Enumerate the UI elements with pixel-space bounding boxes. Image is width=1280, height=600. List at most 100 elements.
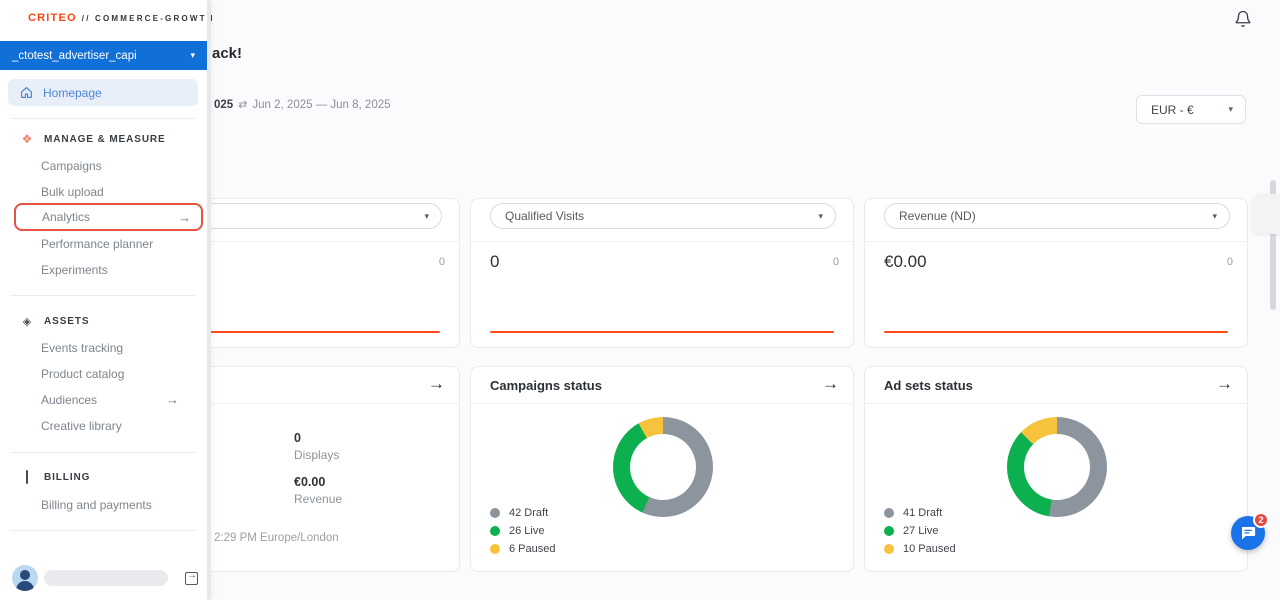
donut-hole: [1024, 434, 1090, 500]
sidebar-item-bulk-upload[interactable]: Bulk upload: [41, 185, 104, 199]
divider: [10, 452, 196, 453]
section-assets: ◈ ASSETS: [20, 315, 89, 328]
avatar-head-shape: [20, 570, 30, 580]
chevron-down-icon: ▾: [1212, 211, 1217, 222]
card-title: Campaigns status: [490, 378, 602, 393]
legend-label: 26 Live: [509, 525, 544, 537]
legend-dot-paused: [490, 544, 500, 554]
chevron-down-icon: ▾: [818, 211, 823, 222]
user-name-redacted-pill: [44, 570, 168, 586]
metric-axis-2: 0: [833, 256, 839, 268]
divider: [10, 118, 196, 119]
divider: [471, 403, 853, 404]
section-label: ASSETS: [44, 316, 89, 327]
legend-label: 6 Paused: [509, 543, 555, 555]
divider: [10, 530, 196, 531]
edge-floating-tab[interactable]: [1252, 194, 1280, 234]
sidebar-item-performance-planner[interactable]: Performance planner: [41, 237, 153, 251]
trend-line-2: [490, 331, 834, 333]
stat-label: Displays: [294, 448, 339, 462]
chat-button[interactable]: 2: [1231, 516, 1265, 550]
chat-unread-badge: 2: [1253, 512, 1269, 528]
adsets-status-card: Ad sets status → 41 Draft 27 Live 10 Pau…: [864, 366, 1248, 572]
logo-commerce-growth-text: // COMMERCE-GROWTH: [82, 14, 215, 23]
home-icon: [20, 86, 33, 99]
legend-label: 10 Paused: [903, 543, 956, 555]
notifications-bell-icon[interactable]: [1234, 10, 1252, 28]
section-manage-measure: ❖ MANAGE & MEASURE: [20, 132, 166, 146]
sidebar-item-label: Analytics: [42, 210, 90, 224]
sidebar-item-label: Homepage: [43, 86, 102, 100]
trend-line-3: [884, 331, 1228, 333]
sidebar-item-events-tracking[interactable]: Events tracking: [41, 341, 123, 355]
chevron-down-icon: ▾: [424, 211, 429, 222]
metric-select-3[interactable]: Revenue (ND) ▾: [884, 203, 1230, 229]
metric-select-2[interactable]: Qualified Visits ▾: [490, 203, 836, 229]
legend-dot-draft: [884, 508, 894, 518]
welcome-heading-fragment: ack!: [212, 45, 242, 62]
summary-stat-revenue: €0.00 Revenue: [294, 475, 342, 506]
adsets-legend: 41 Draft 27 Live 10 Paused: [884, 507, 956, 561]
metric-value-2: 0: [490, 252, 499, 272]
date-range-comparison: Jun 2, 2025 — Jun 8, 2025: [252, 99, 390, 111]
user-avatar[interactable]: [12, 565, 38, 591]
sidebar-item-product-catalog[interactable]: Product catalog: [41, 367, 124, 381]
sidebar-item-analytics-highlighted[interactable]: Analytics →: [14, 203, 203, 231]
currency-value: EUR - €: [1151, 103, 1194, 117]
sidebar-item-billing-and-payments[interactable]: Billing and payments: [41, 498, 152, 512]
legend-label: 41 Draft: [903, 507, 942, 519]
advertiser-name: _ctotest_advertiser_capi: [12, 50, 137, 62]
sidebar-item-homepage[interactable]: Homepage: [8, 79, 198, 106]
divider: [471, 241, 853, 242]
arrow-right-icon[interactable]: →: [428, 374, 445, 394]
legend-dot-live: [884, 526, 894, 536]
metric-select-2-value: Qualified Visits: [505, 209, 584, 223]
metric-value-3: €0.00: [884, 252, 927, 272]
criteo-logo: CRITEO // COMMERCE-GROWTH: [28, 12, 215, 24]
chevron-down-icon: ▾: [190, 50, 195, 61]
metric-axis-1: 0: [439, 256, 445, 268]
sidebar-item-creative-library[interactable]: Creative library: [41, 419, 122, 433]
legend-item: 42 Draft: [490, 507, 555, 519]
sidebar-footer: [12, 565, 198, 591]
stat-value: €0.00: [294, 475, 342, 489]
divider: [865, 403, 1247, 404]
legend-item: 41 Draft: [884, 507, 956, 519]
campaigns-status-card: Campaigns status → 42 Draft 26 Live 6 Pa…: [470, 366, 854, 572]
campaigns-donut-chart: [613, 417, 713, 517]
section-label: MANAGE & MEASURE: [44, 134, 166, 145]
divider: [10, 295, 196, 296]
legend-label: 27 Live: [903, 525, 938, 537]
metric-card-2: Qualified Visits ▾ 0 0: [470, 198, 854, 348]
metric-select-3-value: Revenue (ND): [899, 209, 976, 223]
arrow-right-icon: →: [178, 210, 191, 225]
legend-dot-live: [490, 526, 500, 536]
advertiser-selector[interactable]: _ctotest_advertiser_capi ▾: [0, 41, 207, 70]
arrow-right-icon: →: [166, 392, 179, 407]
sidebar: CRITEO // COMMERCE-GROWTH _ctotest_adver…: [0, 0, 211, 600]
arrow-right-icon[interactable]: →: [1216, 374, 1233, 394]
metric-axis-3: 0: [1227, 256, 1233, 268]
arrow-right-icon[interactable]: →: [822, 374, 839, 394]
logout-icon[interactable]: [185, 572, 198, 585]
campaigns-legend: 42 Draft 26 Live 6 Paused: [490, 507, 555, 561]
chat-icon: [1239, 524, 1257, 542]
sidebar-scrollbar[interactable]: [207, 0, 211, 600]
legend-item: 10 Paused: [884, 543, 956, 555]
legend-dot-paused: [884, 544, 894, 554]
sidebar-item-audiences[interactable]: Audiences: [41, 393, 97, 407]
divider: [865, 241, 1247, 242]
date-range-row[interactable]: 025 ⇄ Jun 2, 2025 — Jun 8, 2025: [214, 98, 391, 111]
stat-value: 0: [294, 431, 339, 445]
currency-selector[interactable]: EUR - € ▾: [1136, 95, 1246, 124]
summary-stat-displays: 0 Displays: [294, 431, 339, 462]
sidebar-item-campaigns[interactable]: Campaigns: [41, 159, 102, 173]
sidebar-item-experiments[interactable]: Experiments: [41, 263, 108, 277]
credit-card-icon: [20, 471, 34, 483]
donut-hole: [630, 434, 696, 500]
chevron-down-icon: ▾: [1228, 104, 1233, 115]
section-label: BILLING: [44, 472, 90, 483]
legend-item: 6 Paused: [490, 543, 555, 555]
app-root: ack! 025 ⇄ Jun 2, 2025 — Jun 8, 2025 EUR…: [0, 0, 1280, 600]
date-range-bold-fragment: 025: [214, 99, 233, 111]
